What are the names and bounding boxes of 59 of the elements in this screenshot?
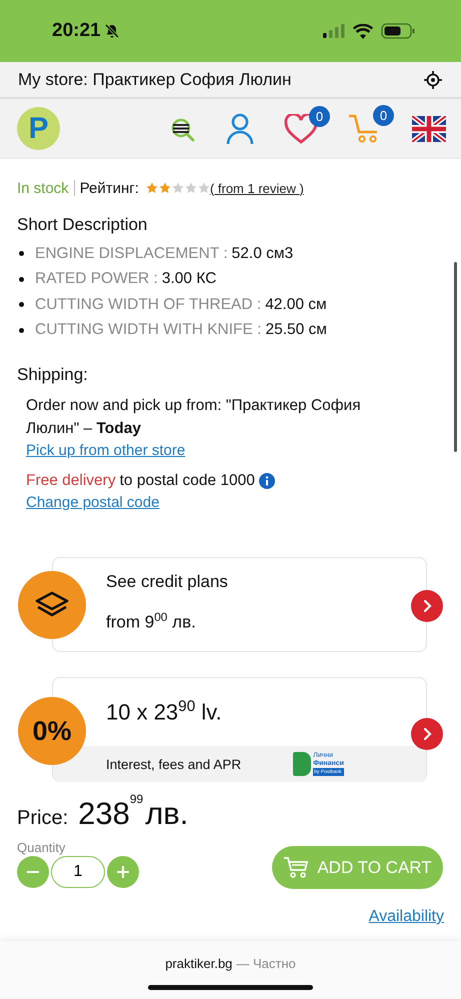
stock-status: In stock xyxy=(17,180,69,196)
store-label[interactable]: My store: Практикер София Люлин xyxy=(18,70,292,90)
credit-card-panel[interactable]: See credit plans from 9$^{00}$ лв. xyxy=(17,557,444,652)
plus-icon xyxy=(116,865,130,879)
star-icon xyxy=(198,182,210,194)
section-title: Shipping: xyxy=(17,365,89,385)
spec-name: CUTTING WIDTH OF THREAD : xyxy=(35,296,262,314)
spec-value: 42.00 см xyxy=(265,296,327,314)
signal-icon xyxy=(323,24,345,38)
section-title: Short Description xyxy=(17,215,148,235)
price-label: Price: xyxy=(17,807,68,830)
location-target-icon[interactable] xyxy=(423,70,443,90)
price-amount: 238$^{99}$лв. xyxy=(78,796,188,832)
credit-amount: from 9$^{00}$ лв. xyxy=(106,610,197,633)
spec-value: 3.00 КС xyxy=(162,270,216,288)
star-icon xyxy=(158,182,171,194)
wishlist-count-badge: 0 xyxy=(309,106,330,126)
spec-name: RATED POWER : xyxy=(35,270,158,288)
credit-title: See credit plans xyxy=(106,572,229,592)
spec-name: ENGINE DISPLACEMENT : xyxy=(35,244,228,263)
chevron-right-icon xyxy=(421,598,433,612)
star-icon xyxy=(184,182,197,194)
uk-flag-icon[interactable] xyxy=(412,116,446,142)
battery-icon xyxy=(381,23,415,39)
heart-icon[interactable] xyxy=(284,114,318,144)
quantity-label: Quantity xyxy=(17,840,66,855)
availability-link[interactable]: Availability xyxy=(368,906,444,927)
change-postal-code-link[interactable]: Change postal code xyxy=(26,492,160,513)
bullet-icon xyxy=(19,302,24,308)
chevron-right-icon xyxy=(421,726,433,740)
quantity-field[interactable]: 1 xyxy=(51,856,105,888)
wifi-icon xyxy=(353,24,373,38)
chevron-button[interactable] xyxy=(411,590,443,622)
rating-label: Рейтинг: xyxy=(80,180,139,196)
spec-value: 25.50 см xyxy=(265,321,327,340)
bullet-icon xyxy=(19,251,24,256)
cart-icon xyxy=(283,856,310,880)
info-icon[interactable] xyxy=(258,472,275,488)
fees-text: Interest, fees and APR xyxy=(106,756,242,772)
bell-off-icon xyxy=(104,23,120,39)
reviews-link[interactable]: ( from 1 review ) xyxy=(210,180,304,196)
installment-amount: 10 x 23$^{90}$ lv. xyxy=(106,698,223,726)
cart-count-badge: 0 xyxy=(373,104,394,126)
zero-percent-badge: 0% xyxy=(18,697,86,765)
star-icon xyxy=(146,182,158,194)
user-icon[interactable] xyxy=(226,112,254,144)
bullet-icon xyxy=(19,328,24,333)
delivery-text: to postal code 1000 xyxy=(120,471,255,491)
bullet-icon xyxy=(19,276,24,282)
spec-value: 52.0 см3 xyxy=(232,244,294,263)
private-label: — Частно xyxy=(236,956,296,971)
pickup-text: Order now and pick up from: "Практикер София Люлин" – Today xyxy=(26,396,362,439)
pickup-store-link[interactable]: Pick up from other store xyxy=(26,440,186,461)
chevron-button[interactable] xyxy=(411,718,443,750)
clock-time: 20:21 xyxy=(52,20,101,42)
star-icon xyxy=(172,182,184,194)
url-domain[interactable]: praktiker.bg xyxy=(165,956,232,971)
spec-name: CUTTING WIDTH WITH KNIFE : xyxy=(35,321,262,340)
free-delivery-label: Free delivery xyxy=(26,471,116,491)
